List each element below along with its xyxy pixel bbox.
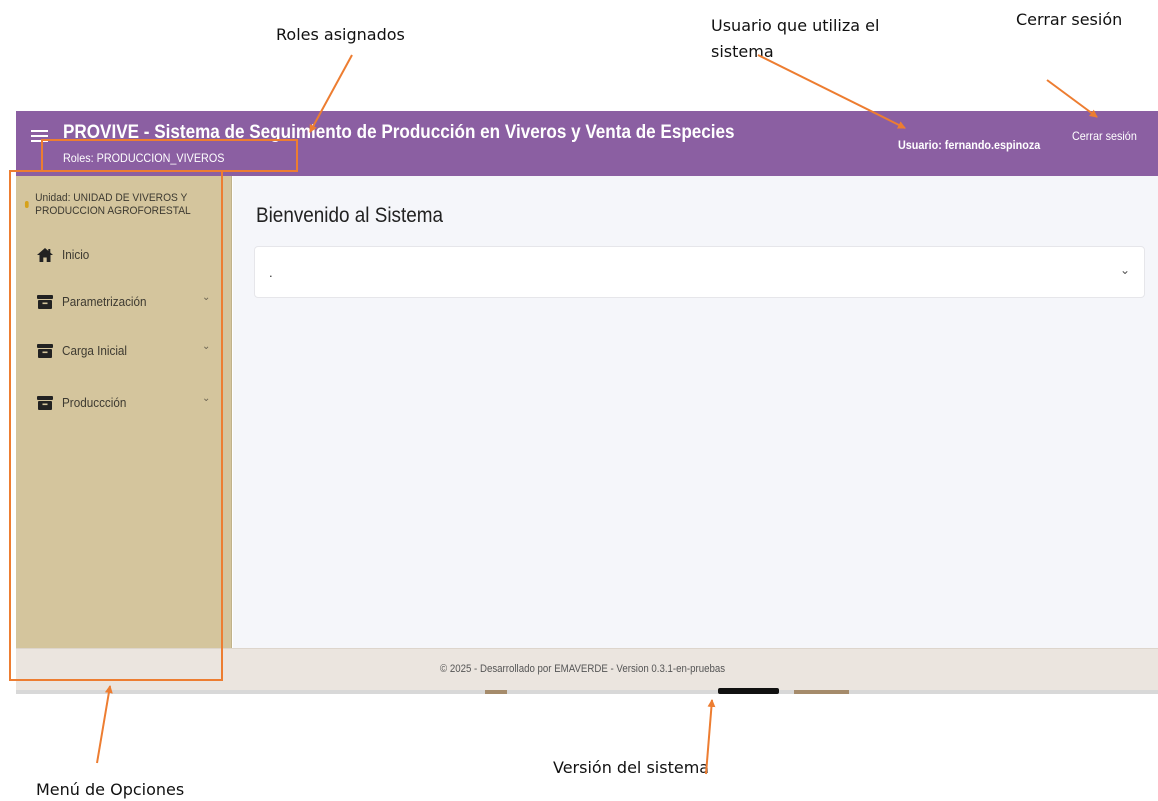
arrow-user [757, 54, 906, 129]
arrow-logout [1046, 79, 1098, 118]
arrow-version [705, 699, 716, 775]
arrow-roles [309, 54, 353, 133]
arrow-menu [96, 685, 113, 764]
annotation-arrows [96, 54, 1098, 775]
